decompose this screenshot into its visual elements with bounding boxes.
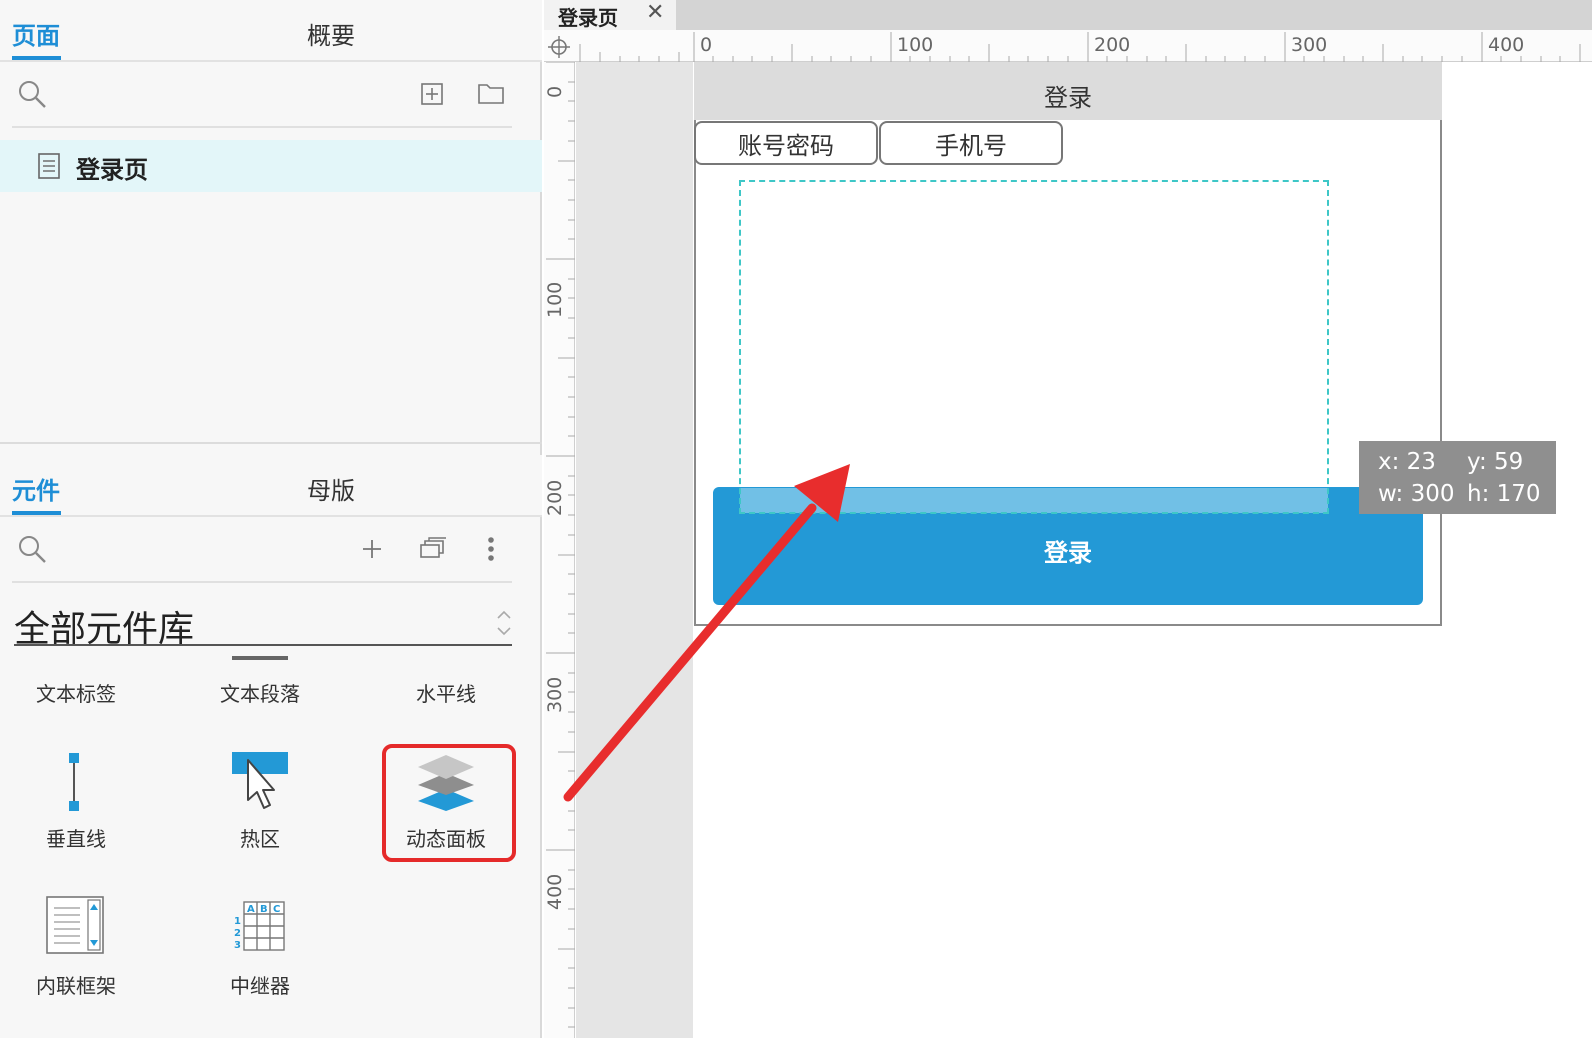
widget-paragraph[interactable]: 文本段落 xyxy=(180,650,340,730)
coord-h: h: 170 xyxy=(1467,481,1541,507)
pages-tabbar: 页面 概要 xyxy=(0,0,542,62)
widget-label: 垂直线 xyxy=(46,827,106,851)
page-item-login[interactable]: 登录页 xyxy=(0,140,542,192)
svg-text:B: B xyxy=(260,904,268,915)
stack-icon[interactable] xyxy=(418,535,448,561)
tab-widgets-underline xyxy=(12,511,61,515)
add-folder-icon[interactable] xyxy=(476,80,506,106)
widget-label: 内联框架 xyxy=(36,974,116,998)
widget-text-label[interactable]: 文本标签 xyxy=(0,650,150,730)
v-ruler-label: 400 xyxy=(544,873,566,910)
hotspot-icon xyxy=(230,750,290,812)
document-tab-title: 登录页 xyxy=(558,6,618,30)
coord-w: w: 300 xyxy=(1378,481,1455,507)
svg-text:3: 3 xyxy=(234,940,241,951)
pages-toolbar xyxy=(12,62,512,128)
widget-vertical-line[interactable]: 垂直线 xyxy=(0,745,150,855)
v-ruler-label: 100 xyxy=(544,281,566,318)
more-options-icon[interactable] xyxy=(482,535,500,563)
tab-masters[interactable]: 母版 xyxy=(307,471,355,506)
horizontal-ruler[interactable]: 0 100 200 300 400 xyxy=(544,30,1592,62)
search-icon[interactable] xyxy=(16,533,48,565)
tab-pages-underline xyxy=(12,56,61,60)
widget-label: 水平线 xyxy=(416,682,476,706)
widget-horizontal-line[interactable]: 水平线 xyxy=(366,650,526,730)
tab-widgets[interactable]: 元件 xyxy=(12,471,60,506)
widget-label: 中继器 xyxy=(230,974,290,998)
page-item-label: 登录页 xyxy=(76,156,148,184)
position-tooltip: x: 23 y: 59 w: 300 h: 170 xyxy=(1359,441,1556,514)
widget-dynamic-panel[interactable]: 动态面板 xyxy=(366,745,526,855)
svg-text:2: 2 xyxy=(234,928,241,939)
inline-frame-icon xyxy=(46,896,104,954)
add-library-icon[interactable] xyxy=(360,537,384,561)
dynamic-panel-drop-target[interactable] xyxy=(739,180,1329,514)
paragraph-icon xyxy=(232,656,288,660)
tab-pages[interactable]: 页面 xyxy=(12,16,60,51)
vertical-ruler[interactable]: 0 100 200 300 400 xyxy=(544,62,575,1038)
widget-repeater[interactable]: ABC 123 中继器 xyxy=(180,890,340,1000)
vertical-line-icon xyxy=(66,751,82,811)
v-ruler-label: 200 xyxy=(544,479,566,516)
repeater-icon: ABC 123 xyxy=(232,898,288,954)
widget-inline-frame[interactable]: 内联框架 xyxy=(0,890,150,1000)
coord-y: y: 59 xyxy=(1467,449,1524,475)
v-ruler-label: 0 xyxy=(544,85,566,98)
tab-outline[interactable]: 概要 xyxy=(307,16,355,51)
left-panel: 页面 概要 登录页 元件 母版 全部元件库 文本标签 文本段落 水平线 垂直线 … xyxy=(0,0,542,1038)
widget-label: 文本段落 xyxy=(220,682,300,706)
h-ruler-label: 300 xyxy=(1291,34,1328,56)
v-ruler-label: 300 xyxy=(544,676,566,713)
add-page-icon[interactable] xyxy=(420,82,444,106)
svg-text:C: C xyxy=(273,904,280,915)
library-underline xyxy=(14,644,512,646)
svg-text:A: A xyxy=(247,904,255,915)
svg-text:1: 1 xyxy=(234,916,241,927)
search-icon[interactable] xyxy=(16,78,48,110)
h-ruler-label: 400 xyxy=(1488,34,1525,56)
login-button-label: 登录 xyxy=(1044,539,1092,567)
widget-label: 热区 xyxy=(240,827,280,851)
widgets-toolbar xyxy=(12,517,512,583)
page-icon xyxy=(38,153,60,179)
coord-x: x: 23 xyxy=(1378,449,1436,475)
dynamic-panel-icon xyxy=(416,749,476,813)
login-header[interactable]: 登录 xyxy=(694,62,1442,120)
h-ruler-label: 100 xyxy=(897,34,934,56)
panel-divider[interactable] xyxy=(0,442,542,444)
login-header-title: 登录 xyxy=(1044,84,1092,112)
widget-hotspot[interactable]: 热区 xyxy=(180,745,340,855)
close-icon[interactable]: ✕ xyxy=(646,0,664,25)
h-ruler-label: 0 xyxy=(700,34,713,56)
canvas-gutter xyxy=(576,62,693,1038)
chevron-updown-icon[interactable] xyxy=(494,608,514,638)
tab-account-password[interactable]: 账号密码 xyxy=(694,121,878,165)
tab-phone[interactable]: 手机号 xyxy=(879,121,1063,165)
editor-tabstrip xyxy=(544,0,1592,30)
widgets-tabbar: 元件 母版 xyxy=(0,455,542,517)
widget-label: 文本标签 xyxy=(36,682,116,706)
h-ruler-label: 200 xyxy=(1094,34,1131,56)
widget-label: 动态面板 xyxy=(406,827,486,851)
crosshair-icon[interactable] xyxy=(546,34,572,60)
document-tab[interactable]: 登录页 ✕ xyxy=(544,0,676,30)
